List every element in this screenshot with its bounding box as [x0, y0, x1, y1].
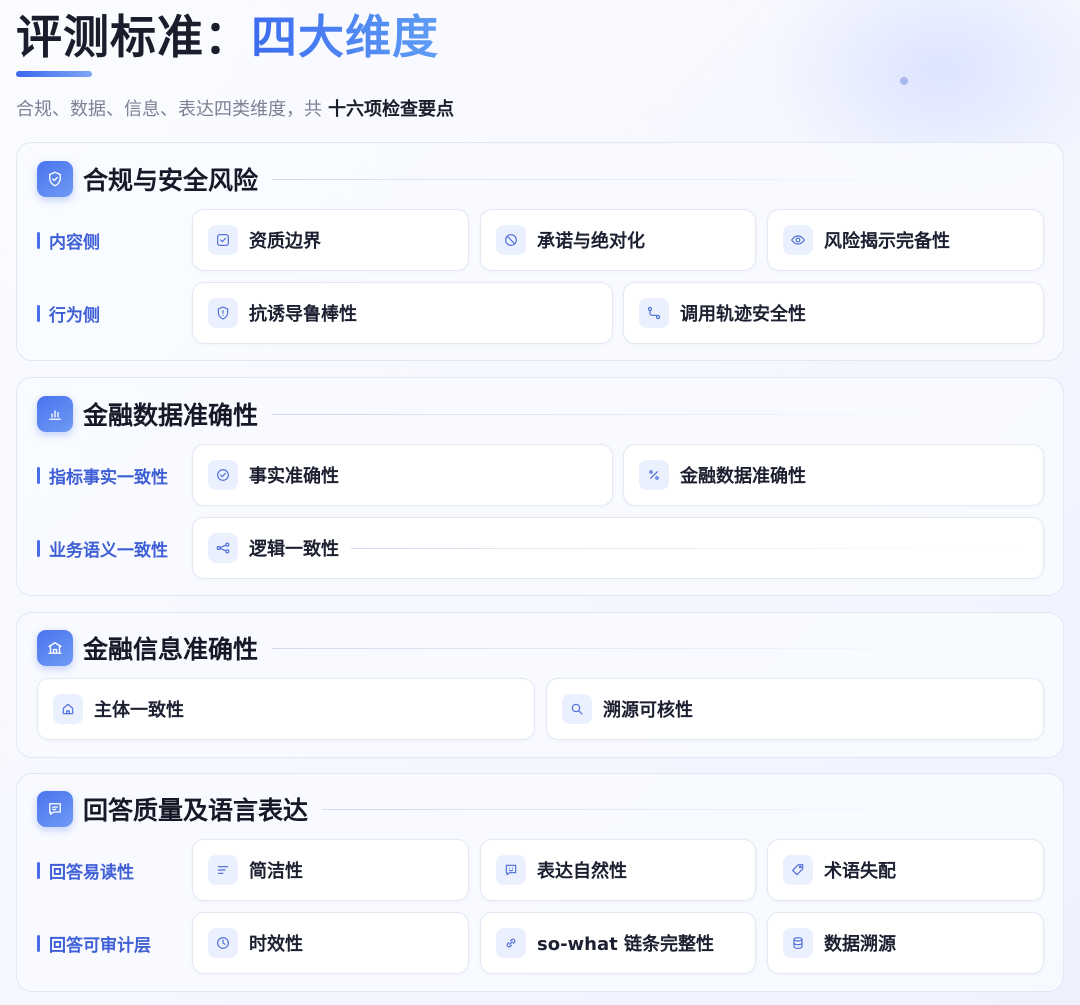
criterion-label: 事实准确性 [249, 466, 339, 487]
criterion-label: 溯源可核性 [603, 700, 693, 721]
percent-icon [639, 460, 669, 490]
eye-icon [783, 225, 813, 255]
criterion-card[interactable]: 风险揭示完备性 [767, 209, 1044, 271]
row-label: 回答可审计层 [37, 912, 151, 974]
row-label: 指标事实一致性 [37, 444, 168, 506]
criterion-card[interactable]: 调用轨迹安全性 [623, 282, 1044, 344]
criterion-card[interactable]: 数据溯源 [767, 912, 1044, 974]
page-title: 评测标准：四大维度 [16, 6, 454, 68]
workflow-icon [208, 533, 238, 563]
section-divider [272, 647, 973, 649]
subtitle-highlight: 十六项检查要点 [328, 99, 454, 120]
criterion-label: 时效性 [249, 934, 303, 955]
criterion-card[interactable]: 承诺与绝对化 [480, 209, 756, 271]
bar-chart-icon [37, 396, 73, 432]
shield-alert-icon [208, 298, 238, 328]
ban-icon [496, 225, 526, 255]
section-divider [272, 413, 973, 415]
section-info-accuracy: 金融信息准确性 主体一致性 溯源可核性 [16, 612, 1064, 758]
title-main: 评测标准： [16, 10, 251, 64]
decorative-dot [900, 77, 908, 85]
smile-message-icon [496, 855, 526, 885]
title-underline [16, 71, 92, 77]
align-left-icon [208, 855, 238, 885]
criterion-card[interactable]: 时效性 [192, 912, 469, 974]
criterion-label: 抗诱导鲁棒性 [249, 304, 357, 325]
section-title: 金融数据准确性 [83, 401, 259, 430]
criterion-label: 主体一致性 [94, 700, 184, 721]
section-title: 回答质量及语言表达 [83, 796, 309, 825]
page-subtitle: 合规、数据、信息、表达四类维度，共 十六项检查要点 [16, 95, 454, 121]
section-header: 合规与安全风险 [37, 161, 973, 197]
bank-icon [37, 630, 73, 666]
criterion-label: 术语失配 [824, 861, 896, 882]
subtitle-text: 合规、数据、信息、表达四类维度，共 [16, 99, 322, 120]
route-icon [639, 298, 669, 328]
criterion-label: 金融数据准确性 [680, 466, 806, 487]
row-label: 业务语义一致性 [37, 517, 168, 579]
section-header: 金融信息准确性 [37, 630, 973, 666]
criterion-label: 简洁性 [249, 861, 303, 882]
criterion-card[interactable]: so-what 链条完整性 [480, 912, 756, 974]
criterion-card[interactable]: 术语失配 [767, 839, 1044, 901]
search-icon [562, 694, 592, 724]
link-icon [496, 928, 526, 958]
section-divider [272, 178, 973, 180]
section-title: 金融信息准确性 [83, 635, 259, 664]
checkbox-icon [208, 225, 238, 255]
section-header: 回答质量及语言表达 [37, 791, 973, 827]
section-data-accuracy: 金融数据准确性 指标事实一致性 事实准确性 金融数据准确性 业务语义一致性 逻辑… [16, 377, 1064, 596]
criterion-card[interactable]: 简洁性 [192, 839, 469, 901]
criterion-label: 承诺与绝对化 [537, 231, 645, 252]
criterion-card[interactable]: 抗诱导鲁棒性 [192, 282, 613, 344]
database-icon [783, 928, 813, 958]
criterion-card[interactable]: 表达自然性 [480, 839, 756, 901]
check-circle-icon [208, 460, 238, 490]
criterion-card[interactable]: 逻辑一致性 [192, 517, 1044, 579]
page-header: 评测标准：四大维度 合规、数据、信息、表达四类维度，共 十六项检查要点 [16, 6, 454, 121]
criterion-card[interactable]: 金融数据准确性 [623, 444, 1044, 506]
criterion-card[interactable]: 主体一致性 [37, 678, 535, 740]
row-label: 行为侧 [37, 282, 100, 344]
criterion-label: 逻辑一致性 [249, 539, 339, 560]
message-icon [37, 791, 73, 827]
criterion-card[interactable]: 事实准确性 [192, 444, 613, 506]
criterion-label: 数据溯源 [824, 934, 896, 955]
title-accent: 四大维度 [251, 10, 439, 64]
criterion-label: so-what 链条完整性 [537, 934, 715, 955]
criterion-label: 调用轨迹安全性 [680, 304, 806, 325]
clock-icon [208, 928, 238, 958]
row-label: 回答易读性 [37, 839, 134, 901]
criterion-label: 风险揭示完备性 [824, 231, 950, 252]
shield-icon [37, 161, 73, 197]
section-answer-quality: 回答质量及语言表达 回答易读性 简洁性 表达自然性 术语失配 回答可审计层 时效… [16, 773, 1064, 992]
building-icon [53, 694, 83, 724]
section-header: 金融数据准确性 [37, 396, 973, 432]
card-divider [351, 547, 1023, 549]
section-title: 合规与安全风险 [83, 166, 259, 195]
criterion-label: 表达自然性 [537, 861, 627, 882]
row-label: 内容侧 [37, 209, 100, 271]
section-divider [322, 808, 973, 810]
criterion-card[interactable]: 溯源可核性 [546, 678, 1044, 740]
criterion-label: 资质边界 [249, 231, 321, 252]
criterion-card[interactable]: 资质边界 [192, 209, 469, 271]
tag-icon [783, 855, 813, 885]
section-compliance: 合规与安全风险 内容侧 资质边界 承诺与绝对化 风险揭示完备性 行为侧 抗诱导鲁… [16, 142, 1064, 361]
